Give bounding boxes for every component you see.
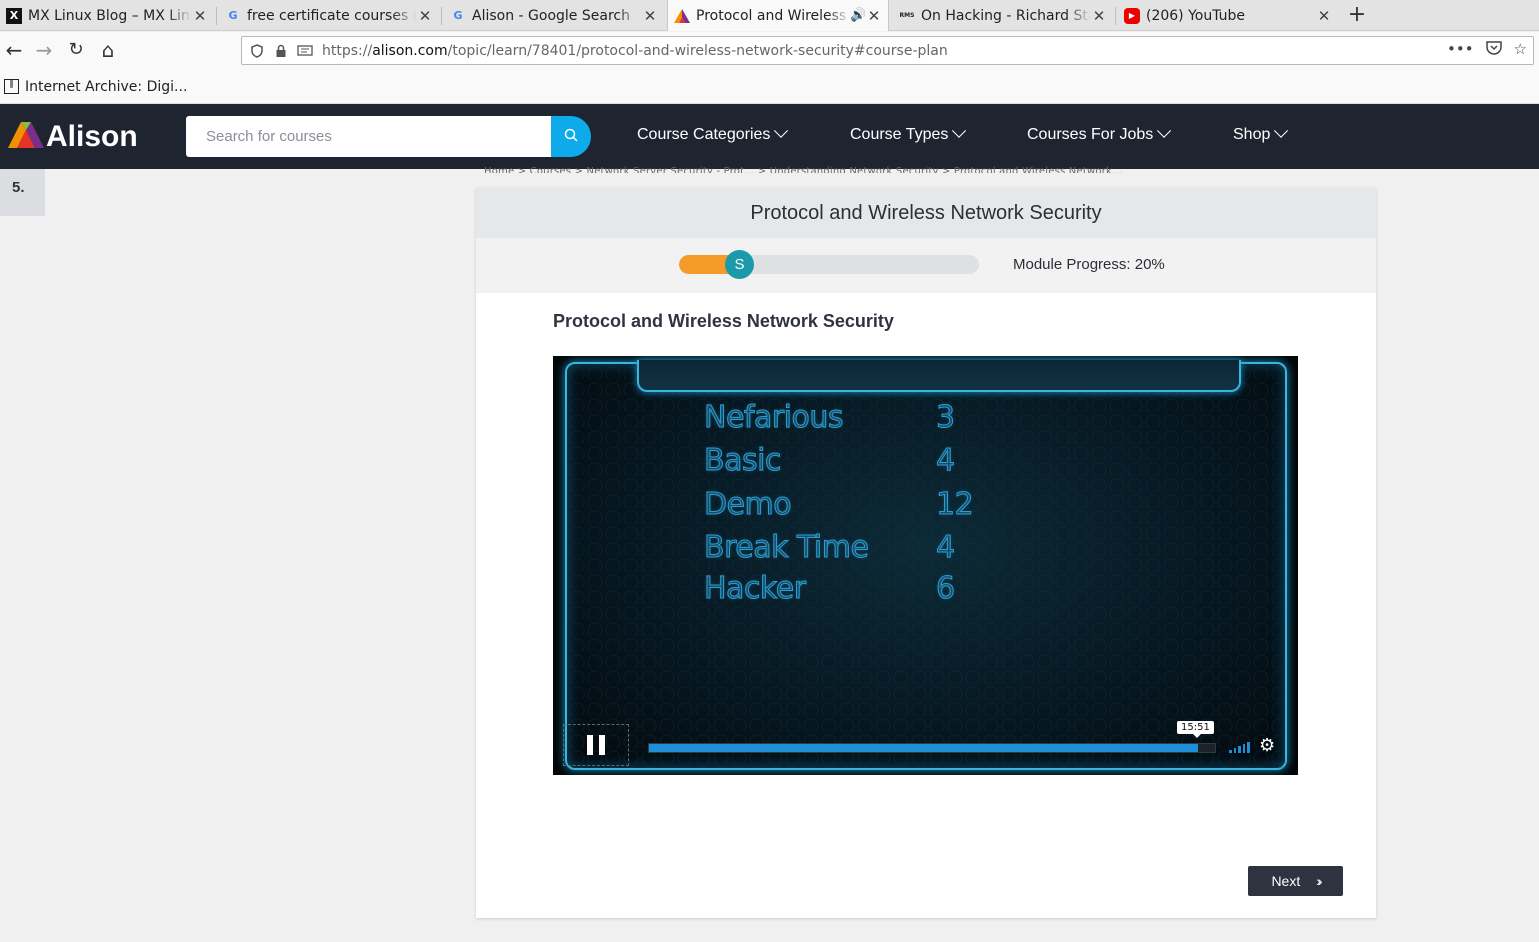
progress-track bbox=[679, 255, 979, 274]
tab-youtube[interactable]: ▶ (206) YouTube ✕ bbox=[1118, 0, 1338, 31]
section-title: Protocol and Wireless Network Security bbox=[553, 311, 894, 331]
pause-button[interactable] bbox=[563, 724, 629, 766]
score-value: 6 bbox=[936, 571, 956, 607]
tab-title: On Hacking - Richard Sta bbox=[921, 7, 1091, 24]
tab-title: (206) YouTube bbox=[1146, 7, 1246, 24]
pocket-icon[interactable] bbox=[1485, 40, 1502, 59]
home-icon[interactable]: ⌂ bbox=[94, 36, 122, 64]
navigation-bar: ← → ↻ ⌂ https://alison.com/topic/learn/7… bbox=[0, 32, 1539, 70]
tab-strip: X MX Linux Blog – MX Linux ✕ G free cert… bbox=[0, 0, 1539, 31]
close-tab-icon[interactable]: ✕ bbox=[1091, 7, 1107, 25]
score-name: Demo bbox=[703, 487, 792, 523]
score-name: Hacker bbox=[704, 571, 807, 607]
tab-protocol-wireless[interactable]: Protocol and Wireless 🔊 ✕ bbox=[667, 0, 889, 31]
seek-bar[interactable] bbox=[648, 743, 1216, 753]
score-name: Break Time bbox=[703, 530, 869, 566]
speaker-icon[interactable]: 🔊 bbox=[850, 8, 866, 23]
url-bar[interactable]: https://alison.com/topic/learn/78401/pro… bbox=[241, 36, 1534, 65]
progress-knob[interactable]: S bbox=[725, 250, 754, 279]
lock-icon[interactable] bbox=[272, 42, 290, 60]
time-tooltip: 15:51 bbox=[1177, 721, 1214, 738]
module-progress: S Module Progress: 20% bbox=[476, 238, 1376, 293]
close-tab-icon[interactable]: ✕ bbox=[192, 7, 208, 25]
menu-shop[interactable]: Shop bbox=[1233, 123, 1289, 144]
menu-courses-for-jobs[interactable]: Courses For Jobs bbox=[1027, 123, 1172, 144]
next-button[interactable]: Next ›› bbox=[1248, 866, 1343, 896]
lesson-card: Protocol and Wireless Network Security S… bbox=[476, 188, 1376, 918]
tab-on-hacking[interactable]: RMS On Hacking - Richard Sta ✕ bbox=[893, 0, 1113, 31]
gear-icon[interactable]: ⚙ bbox=[1259, 737, 1275, 755]
bookmark-label: Internet Archive: Digi... bbox=[25, 78, 188, 95]
back-icon[interactable]: ← bbox=[0, 36, 28, 64]
tab-mx-linux[interactable]: X MX Linux Blog – MX Linux ✕ bbox=[0, 0, 214, 31]
site-header: Alison Course Categories Course Types Co… bbox=[0, 104, 1539, 169]
close-tab-icon[interactable]: ✕ bbox=[866, 7, 882, 25]
tab-title: Protocol and Wireless bbox=[696, 7, 847, 24]
alison-logo-mark-icon bbox=[8, 122, 44, 152]
search-button[interactable] bbox=[551, 116, 591, 157]
page-info-icon[interactable] bbox=[296, 42, 314, 60]
forward-icon[interactable]: → bbox=[30, 36, 58, 64]
mx-linux-favicon-icon: X bbox=[6, 7, 22, 24]
video-player[interactable]: Nefarious 3 Basic 4 Demo 12 Break Time 4 Hacker 6… bbox=[553, 356, 1298, 775]
score-value: 4 bbox=[936, 530, 956, 566]
new-tab-button[interactable]: + bbox=[1346, 0, 1368, 31]
double-chevron-right-icon: ›› bbox=[1316, 873, 1323, 889]
frame-tab bbox=[637, 360, 1241, 392]
tab-free-certificate[interactable]: G free certificate courses o ✕ bbox=[219, 0, 439, 31]
reload-icon[interactable]: ↻ bbox=[62, 36, 90, 64]
score-name: Basic bbox=[704, 443, 782, 479]
shield-icon[interactable] bbox=[248, 42, 266, 60]
progress-label: Module Progress: 20% bbox=[1013, 256, 1165, 273]
more-actions-icon[interactable]: ••• bbox=[1447, 40, 1474, 59]
chevron-down-icon bbox=[1157, 123, 1172, 138]
close-tab-icon[interactable]: ✕ bbox=[417, 7, 433, 25]
alison-favicon-icon bbox=[674, 8, 690, 24]
bookmark-internet-archive[interactable]: ⫼ Internet Archive: Digi... bbox=[4, 79, 187, 95]
score-name: Nefarious bbox=[703, 400, 844, 436]
menu-course-types[interactable]: Course Types bbox=[850, 123, 967, 144]
chevron-down-icon bbox=[1274, 123, 1289, 138]
video-controls: 15:51 ⚙ bbox=[563, 721, 1288, 766]
course-search bbox=[186, 116, 591, 157]
search-icon bbox=[564, 127, 578, 146]
video-frame bbox=[565, 360, 1287, 770]
bookmark-star-icon[interactable]: ☆ bbox=[1514, 40, 1527, 59]
bookmarks-toolbar: ⫼ Internet Archive: Digi... bbox=[0, 70, 1539, 104]
score-value: 4 bbox=[936, 443, 956, 479]
google-favicon-icon: G bbox=[453, 9, 463, 22]
tab-title: free certificate courses o bbox=[247, 7, 417, 24]
close-tab-icon[interactable]: ✕ bbox=[642, 7, 658, 25]
rms-favicon-icon: RMS bbox=[899, 12, 915, 19]
breadcrumb[interactable]: Home > Courses > Network Server Security… bbox=[484, 161, 1122, 173]
score-value: 12 bbox=[935, 487, 974, 523]
url-text[interactable]: https://alison.com/topic/learn/78401/pro… bbox=[322, 43, 948, 59]
lesson-number[interactable]: 5. bbox=[0, 169, 45, 216]
search-input[interactable] bbox=[186, 116, 551, 157]
page-title: Protocol and Wireless Network Security bbox=[476, 188, 1376, 238]
internet-archive-icon: ⫼ bbox=[4, 79, 19, 94]
menu-course-categories[interactable]: Course Categories bbox=[637, 123, 789, 144]
seek-fill bbox=[649, 744, 1199, 752]
google-favicon-icon: G bbox=[228, 9, 238, 22]
close-tab-icon[interactable]: ✕ bbox=[1316, 7, 1332, 25]
chevron-down-icon bbox=[952, 123, 967, 138]
hex-pattern bbox=[567, 364, 1285, 768]
volume-icon[interactable] bbox=[1229, 741, 1250, 753]
tab-alison-google-search[interactable]: G Alison - Google Search ✕ bbox=[444, 0, 664, 31]
chevron-down-icon bbox=[774, 123, 789, 138]
score-value: 3 bbox=[936, 400, 956, 436]
alison-logo[interactable]: Alison bbox=[8, 120, 138, 154]
youtube-favicon-icon: ▶ bbox=[1124, 7, 1140, 24]
tab-title: MX Linux Blog – MX Linux bbox=[28, 7, 192, 24]
brand-name: Alison bbox=[46, 120, 138, 153]
tab-title: Alison - Google Search bbox=[472, 7, 630, 24]
